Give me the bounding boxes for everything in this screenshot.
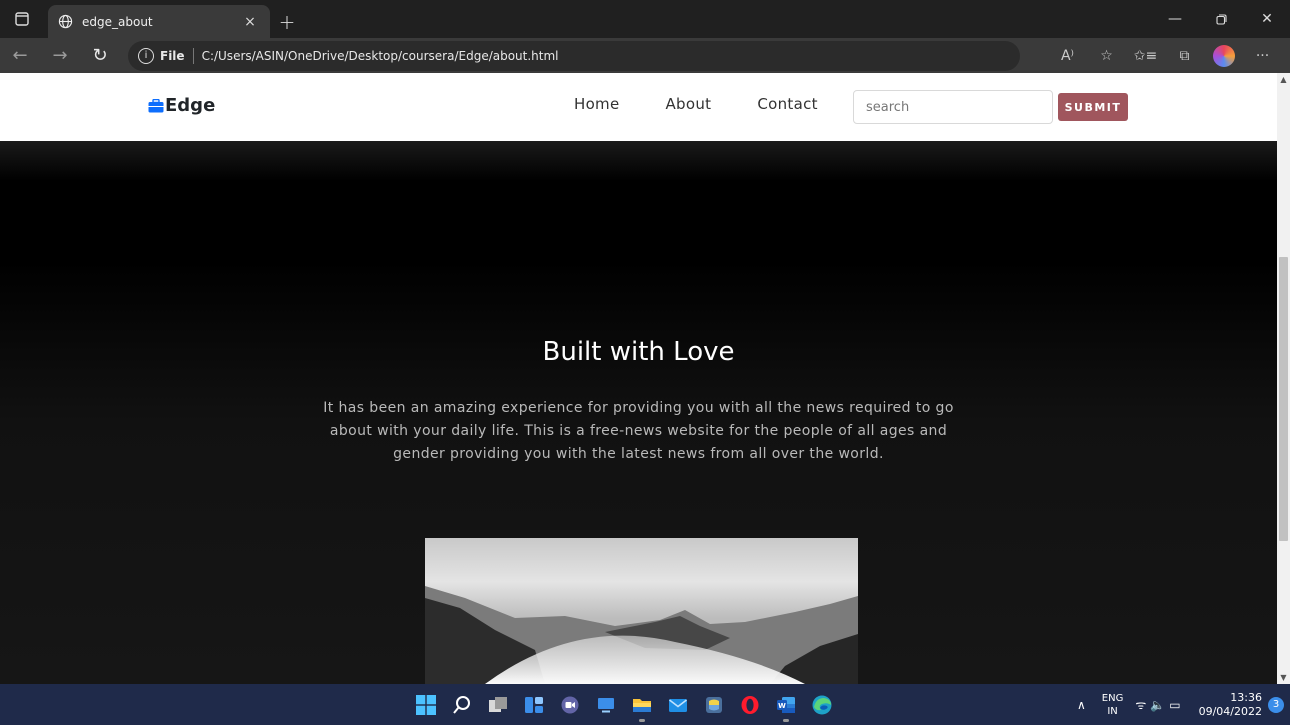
hero-section: Built with Love It has been an amazing e… xyxy=(0,141,1277,684)
windows-taskbar: W ∧ ENG IN ᯤ🔈▭ 13:36 09/04/2022 3 xyxy=(0,684,1290,725)
site-brand[interactable]: Edge xyxy=(148,95,215,116)
opera-icon[interactable] xyxy=(732,684,768,725)
lang-bottom: IN xyxy=(1107,705,1118,717)
teams-chat-icon[interactable] xyxy=(552,684,588,725)
word-icon[interactable]: W xyxy=(768,684,804,725)
tab-close-icon[interactable]: × xyxy=(240,14,260,30)
edge-icon[interactable] xyxy=(804,684,840,725)
hero-description: It has been an amazing experience for pr… xyxy=(323,400,954,462)
mountain-fog-image xyxy=(425,538,858,684)
system-tray: ∧ ENG IN ᯤ🔈▭ 13:36 09/04/2022 3 xyxy=(1077,684,1290,725)
address-bar[interactable]: i File C:/Users/ASIN/OneDrive/Desktop/co… xyxy=(128,40,1020,71)
show-hidden-icons-icon[interactable]: ∧ xyxy=(1077,698,1086,712)
minimize-icon[interactable]: — xyxy=(1152,0,1198,38)
clock-time: 13:36 xyxy=(1230,690,1262,704)
brand-name: Edge xyxy=(165,95,216,116)
address-url[interactable]: C:/Users/ASIN/OneDrive/Desktop/coursera/… xyxy=(202,49,559,63)
taskbar-clock[interactable]: 13:36 09/04/2022 xyxy=(1199,691,1262,719)
browser-tab-bar: edge_about × + — ✕ xyxy=(0,0,1290,38)
windows-start-icon[interactable] xyxy=(408,684,444,725)
clock-date: 09/04/2022 xyxy=(1198,704,1262,718)
read-aloud-icon[interactable]: A⁾ xyxy=(1048,38,1087,73)
new-tab-button[interactable]: + xyxy=(270,5,304,38)
restore-icon[interactable] xyxy=(1198,0,1244,38)
wifi-volume-battery-icons[interactable]: ᯤ🔈▭ xyxy=(1135,696,1184,713)
briefcase-icon xyxy=(148,98,164,112)
browser-tab[interactable]: edge_about × xyxy=(48,5,270,38)
page-scrollbar[interactable]: ▲ ▼ xyxy=(1277,73,1290,684)
scroll-up-icon[interactable]: ▲ xyxy=(1277,75,1290,84)
close-icon[interactable]: ✕ xyxy=(1244,0,1290,38)
favorites-icon[interactable]: ✩≡ xyxy=(1126,38,1165,73)
notification-badge[interactable]: 3 xyxy=(1268,696,1284,713)
address-separator xyxy=(192,47,194,64)
python-icon[interactable] xyxy=(696,684,732,725)
widgets-icon[interactable] xyxy=(516,684,552,725)
refresh-icon[interactable]: ↻ xyxy=(80,38,120,73)
svg-text:W: W xyxy=(778,702,786,710)
taskbar-apps: W xyxy=(408,684,840,725)
scroll-down-icon[interactable]: ▼ xyxy=(1277,673,1290,682)
language-indicator[interactable]: ENG IN xyxy=(1102,692,1124,718)
collections-icon[interactable]: ⧉ xyxy=(1165,38,1204,73)
tab-actions-icon[interactable] xyxy=(0,0,44,38)
toolbar-icons: A⁾ ☆ ✩≡ ⧉ ··· xyxy=(1048,38,1282,73)
page-viewport: Edge Home About Contact SUBMIT Built wit… xyxy=(0,73,1277,684)
add-favorite-icon[interactable]: ☆ xyxy=(1087,38,1126,73)
submit-button[interactable]: SUBMIT xyxy=(1058,93,1128,121)
back-icon[interactable]: ← xyxy=(0,38,40,73)
site-navbar: Edge Home About Contact SUBMIT xyxy=(0,73,1277,141)
nav-link-contact[interactable]: Contact xyxy=(757,95,817,113)
search-input[interactable] xyxy=(853,90,1053,124)
scrollbar-thumb[interactable] xyxy=(1279,257,1288,541)
browser-toolbar: ← → ↻ i File C:/Users/ASIN/OneDrive/Desk… xyxy=(0,38,1290,73)
forward-icon[interactable]: → xyxy=(40,38,80,73)
nav-links: Home About Contact xyxy=(574,95,818,113)
more-icon[interactable]: ··· xyxy=(1243,38,1282,73)
tab-title: edge_about xyxy=(82,14,153,29)
nav-link-home[interactable]: Home xyxy=(574,95,620,113)
lang-top: ENG xyxy=(1101,692,1124,704)
search-icon[interactable] xyxy=(444,684,480,725)
mail-icon[interactable] xyxy=(660,684,696,725)
info-icon[interactable]: i xyxy=(138,47,154,64)
task-view-icon[interactable] xyxy=(480,684,516,725)
profile-icon[interactable] xyxy=(1204,38,1243,73)
hero-title: Built with Love xyxy=(542,337,735,367)
globe-icon xyxy=(58,14,74,30)
nav-link-about[interactable]: About xyxy=(666,95,712,113)
desktop-icon[interactable] xyxy=(588,684,624,725)
address-scheme-label: File xyxy=(160,48,185,63)
file-explorer-icon[interactable] xyxy=(624,684,660,725)
window-controls: — ✕ xyxy=(1152,0,1290,38)
